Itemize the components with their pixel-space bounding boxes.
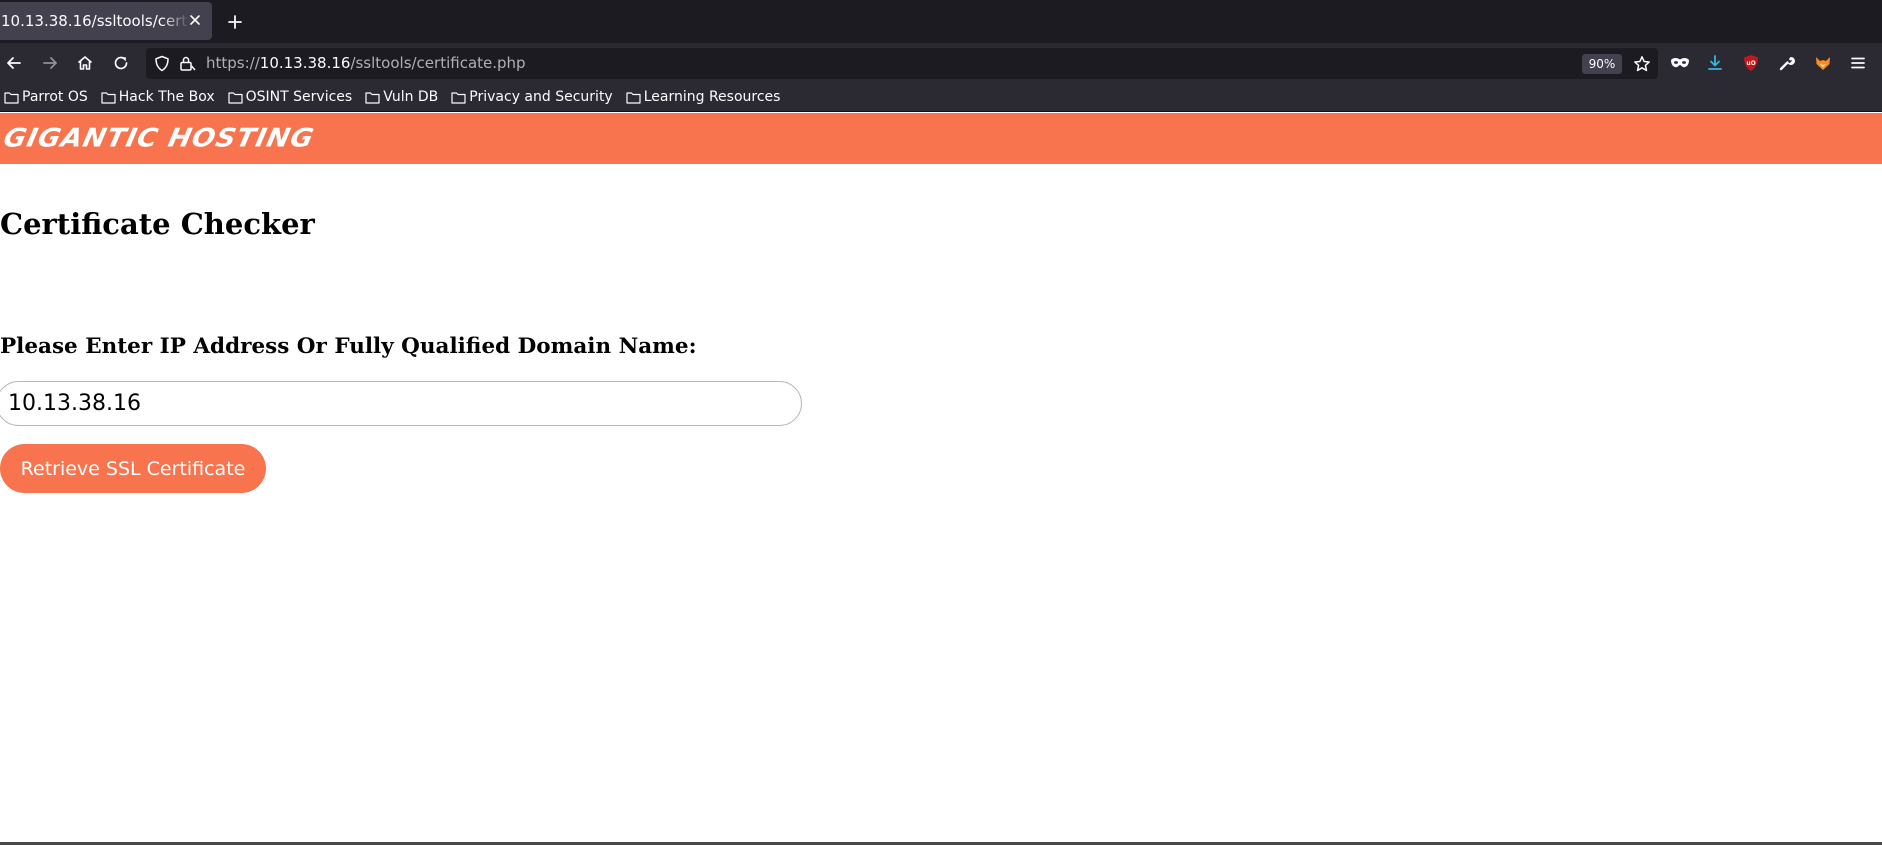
url-text: https://10.13.38.16/ssltools/certificate… (206, 48, 526, 79)
page-title: Certificate Checker (0, 207, 315, 241)
bookmark-label: Learning Resources (643, 89, 781, 105)
hamburger-menu-icon (1851, 57, 1865, 69)
bookmark-star-button[interactable] (1630, 52, 1654, 76)
ublock-extension-button[interactable]: uO (1739, 51, 1763, 75)
retrieve-ssl-certificate-button[interactable]: Retrieve SSL Certificate (0, 444, 266, 493)
bookmark-label: OSINT Services (245, 89, 353, 105)
address-bar[interactable]: https://10.13.38.16/ssltools/certificate… (146, 48, 1658, 79)
download-icon (1708, 55, 1722, 70)
folder-icon (626, 91, 641, 104)
folder-icon (228, 91, 243, 104)
reload-button[interactable] (109, 51, 133, 75)
bookmark-folder-hack-the-box[interactable]: Hack The Box (97, 85, 219, 109)
folder-icon (365, 91, 380, 104)
bookmarks-toolbar: Parrot OS Hack The Box OSINT Services Vu… (0, 83, 1882, 112)
arrow-right-icon (43, 57, 57, 69)
bookmark-folder-vuln-db[interactable]: Vuln DB (361, 85, 442, 109)
forward-button[interactable] (38, 51, 62, 75)
plus-icon (228, 15, 242, 29)
site-header: GIGANTIC HOSTING (0, 113, 1882, 164)
app-menu-button[interactable] (1846, 51, 1870, 75)
downloads-button[interactable] (1703, 51, 1727, 75)
reload-icon (114, 56, 128, 70)
tab-strip: 10.13.38.16/ssltools/certificate.php (0, 0, 1882, 43)
back-button[interactable] (2, 51, 26, 75)
foxyproxy-icon (1816, 57, 1830, 70)
devtools-button[interactable] (1775, 51, 1799, 75)
wrench-icon (1779, 56, 1795, 71)
ublock-icon: uO (1744, 55, 1758, 71)
bookmark-folder-learning-resources[interactable]: Learning Resources (622, 85, 785, 109)
navigation-toolbar: https://10.13.38.16/ssltools/certificate… (0, 43, 1882, 83)
new-tab-button[interactable] (224, 11, 246, 33)
arrow-left-icon (7, 57, 21, 69)
host-input[interactable] (0, 381, 802, 426)
bookmark-folder-parrot-os[interactable]: Parrot OS (0, 85, 92, 109)
folder-icon (101, 91, 116, 104)
bookmark-label: Vuln DB (383, 89, 439, 105)
bookmark-label: Parrot OS (22, 89, 88, 105)
star-icon (1634, 56, 1650, 72)
host-field-label: Please Enter IP Address Or Fully Qualifi… (0, 334, 697, 359)
folder-icon (4, 91, 19, 104)
private-browsing-button[interactable] (1668, 51, 1692, 75)
url-host: 10.13.38.16 (259, 54, 351, 72)
lock-icon[interactable] (179, 55, 197, 76)
url-scheme: https:// (206, 54, 260, 72)
svg-text:uO: uO (1746, 60, 1755, 67)
bookmark-label: Hack The Box (118, 89, 215, 105)
tab-title: 10.13.38.16/ssltools/certificate.php (1, 12, 190, 30)
shield-icon[interactable] (154, 55, 170, 76)
browser-tab-active[interactable]: 10.13.38.16/ssltools/certificate.php (0, 2, 212, 40)
bookmark-folder-privacy-and-security[interactable]: Privacy and Security (447, 85, 616, 109)
mask-icon (1671, 58, 1689, 68)
bookmark-label: Privacy and Security (469, 89, 613, 105)
home-icon (77, 56, 93, 70)
bookmark-folder-osint-services[interactable]: OSINT Services (224, 85, 357, 109)
zoom-indicator[interactable]: 90% (1582, 54, 1622, 74)
site-logo[interactable]: GIGANTIC HOSTING (1, 124, 317, 153)
foxyproxy-extension-button[interactable] (1811, 51, 1835, 75)
home-button[interactable] (73, 51, 97, 75)
close-icon[interactable] (186, 11, 204, 29)
folder-icon (451, 91, 466, 104)
url-path: /ssltools/certificate.php (350, 54, 526, 72)
